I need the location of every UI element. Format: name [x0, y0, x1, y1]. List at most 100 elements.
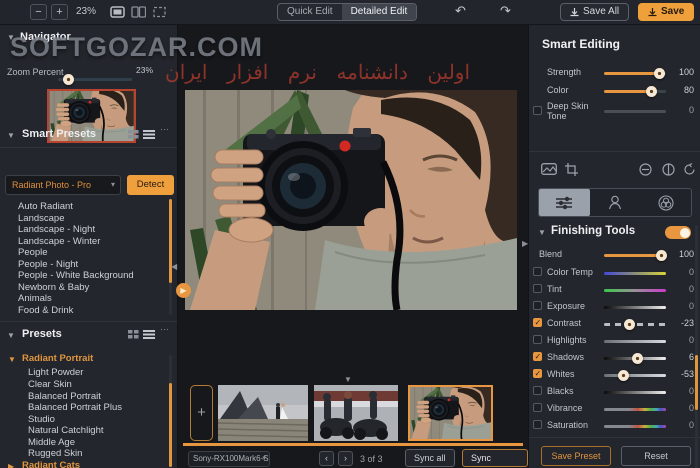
grid-view-icon[interactable] — [128, 130, 141, 140]
next-photo-button[interactable]: › — [338, 451, 353, 466]
color-temp-slider[interactable] — [604, 272, 666, 275]
redo-icon[interactable]: ↷ — [500, 3, 511, 19]
deep-skin-tone-slider[interactable] — [604, 110, 666, 113]
tab-portrait-icon[interactable] — [590, 189, 641, 216]
contrast-checkbox[interactable] — [533, 318, 542, 327]
crop-frame-icon[interactable] — [152, 6, 167, 18]
presets-collapse-icon[interactable]: ▼ — [7, 331, 15, 340]
heal-remove-icon[interactable] — [639, 163, 652, 176]
preset-item[interactable]: Balanced Portrait Plus — [28, 402, 122, 413]
smart-preset-item[interactable]: Newborn & Baby — [18, 282, 89, 293]
contrast-slider[interactable] — [604, 323, 666, 326]
quick-edit-tab[interactable]: Quick Edit — [278, 4, 342, 20]
detailed-edit-tab[interactable]: Detailed Edit — [341, 4, 417, 20]
preset-item[interactable]: Studio — [28, 414, 55, 425]
save-preset-button[interactable]: Save Preset — [541, 446, 611, 466]
before-after-arrow-button[interactable]: ▶ — [176, 283, 191, 298]
zoom-out-button[interactable]: − — [30, 4, 47, 20]
smart-presets-scrollbar[interactable] — [169, 199, 172, 315]
saturation-checkbox[interactable] — [533, 420, 542, 429]
sync-forward-button[interactable]: Sync forward — [462, 449, 528, 467]
finishing-tools-toggle[interactable] — [665, 226, 691, 239]
color-handle[interactable] — [646, 86, 657, 97]
preset-item[interactable]: Rugged Skin — [28, 448, 82, 459]
crop-icon[interactable] — [565, 163, 578, 176]
blacks-checkbox[interactable] — [533, 386, 542, 395]
list-view-icon[interactable] — [143, 130, 156, 140]
tint-slider[interactable] — [604, 289, 666, 292]
reset-button[interactable]: Reset — [621, 446, 691, 466]
filename-dropdown[interactable]: Sony-RX100Mark6-Sho ▾ — [188, 451, 270, 467]
blacks-slider[interactable] — [604, 391, 666, 394]
blend-handle[interactable] — [656, 250, 667, 261]
reset-rotate-icon[interactable] — [683, 163, 696, 176]
smart-preset-item[interactable]: People - Night — [18, 259, 78, 270]
group-expanded-icon[interactable]: ▼ — [8, 355, 16, 364]
smart-preset-item[interactable]: People — [18, 247, 48, 258]
color-temp-checkbox[interactable] — [533, 267, 542, 276]
smart-preset-item[interactable]: Animals — [18, 293, 52, 304]
navigator-collapse-icon[interactable]: ▼ — [7, 33, 15, 42]
filmstrip-scrollbar[interactable] — [183, 443, 523, 446]
detect-button[interactable]: Detect — [127, 175, 174, 195]
preset-group-radiant-portrait[interactable]: Radiant Portrait — [22, 353, 93, 364]
contrast-handle[interactable] — [624, 319, 635, 330]
grid-view-icon[interactable] — [128, 330, 141, 340]
whites-checkbox[interactable] — [533, 369, 542, 378]
exposure-checkbox[interactable] — [533, 301, 542, 310]
deep-skin-tone-checkbox[interactable] — [533, 106, 542, 115]
preset-item[interactable]: Clear Skin — [28, 379, 72, 390]
highlights-checkbox[interactable] — [533, 335, 542, 344]
smart-presets-collapse-icon[interactable]: ▼ — [7, 131, 15, 140]
preset-item[interactable]: Middle Age — [28, 437, 75, 448]
presets-scrollbar-thumb[interactable] — [169, 383, 172, 467]
save-button[interactable]: Save — [638, 3, 695, 21]
right-panel-scrollbar-thumb[interactable] — [695, 355, 698, 410]
left-panel-collapse-icon[interactable]: ◀ — [171, 262, 177, 271]
right-panel-collapse-icon[interactable]: ▶ — [522, 239, 528, 248]
shadows-handle[interactable] — [632, 353, 643, 364]
saturation-slider[interactable] — [604, 425, 666, 428]
previous-photo-button[interactable]: ‹ — [319, 451, 334, 466]
undo-icon[interactable]: ↶ — [455, 3, 466, 19]
highlights-slider[interactable] — [604, 340, 666, 343]
smart-preset-item[interactable]: People - White Background — [18, 270, 134, 281]
preset-item[interactable]: Light Powder — [28, 367, 83, 378]
vibrance-checkbox[interactable] — [533, 403, 542, 412]
tab-color-wheel-icon[interactable] — [640, 189, 691, 216]
vibrance-slider[interactable] — [604, 408, 666, 411]
smart-presets-menu-icon[interactable]: ··· — [160, 124, 169, 134]
compare-split-icon[interactable] — [662, 163, 675, 176]
zoom-in-button[interactable]: + — [51, 4, 68, 20]
smart-preset-item[interactable]: Landscape - Night — [18, 224, 95, 235]
preset-item[interactable]: Balanced Portrait — [28, 391, 101, 402]
smart-preset-item[interactable]: Auto Radiant — [18, 201, 73, 212]
preset-item[interactable]: Natural Catchlight — [28, 425, 104, 436]
sync-all-button[interactable]: Sync all — [405, 449, 455, 467]
shadows-checkbox[interactable] — [533, 352, 542, 361]
group-collapsed-icon[interactable]: ▶ — [8, 462, 14, 468]
exposure-slider[interactable] — [604, 306, 666, 309]
single-view-icon[interactable] — [110, 6, 125, 18]
filmstrip-thumbnail-2[interactable] — [314, 385, 398, 441]
right-panel-scrollbar[interactable] — [695, 225, 698, 468]
smart-preset-item[interactable]: Landscape - Winter — [18, 236, 100, 247]
presets-menu-icon[interactable]: ··· — [160, 324, 169, 334]
list-view-icon[interactable] — [143, 330, 156, 340]
split-view-icon[interactable] — [131, 6, 146, 18]
filmstrip-thumbnail-1[interactable] — [218, 385, 308, 441]
tab-adjustments-sliders-icon[interactable] — [539, 189, 590, 216]
filmstrip-collapse-icon[interactable]: ▼ — [344, 375, 352, 384]
zoom-percent-handle[interactable] — [63, 74, 74, 85]
whites-handle[interactable] — [618, 370, 629, 381]
photo-adjust-icon[interactable] — [541, 163, 557, 175]
presets-scrollbar[interactable] — [169, 355, 172, 467]
whites-slider[interactable] — [604, 374, 666, 377]
smart-preset-item[interactable]: Landscape — [18, 213, 64, 224]
preset-group-radiant-cats[interactable]: Radiant Cats — [22, 460, 80, 468]
tint-checkbox[interactable] — [533, 284, 542, 293]
smart-preset-dropdown[interactable]: Radiant Photo - Pro ▾ — [5, 175, 121, 195]
save-all-button[interactable]: Save All — [560, 3, 630, 21]
smart-preset-item[interactable]: Food & Drink — [18, 305, 73, 316]
add-photo-button[interactable]: + — [190, 385, 213, 441]
